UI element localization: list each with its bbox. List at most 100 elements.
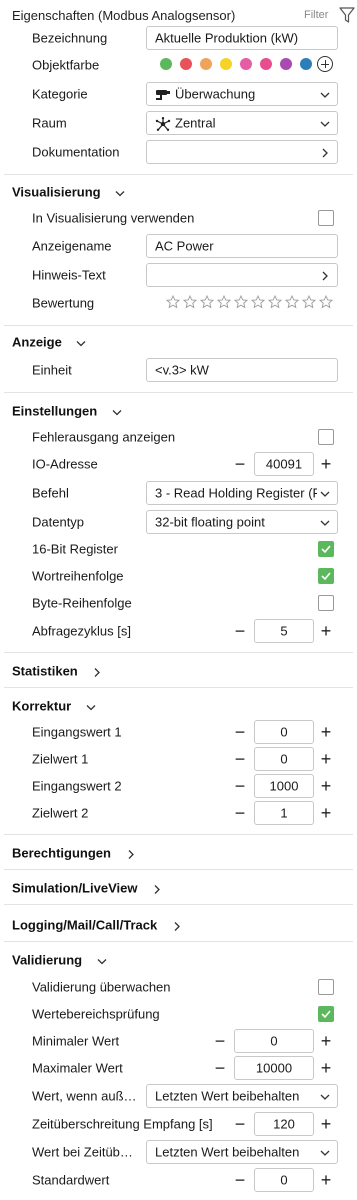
- minimaler-wert-decrement[interactable]: −: [213, 1031, 227, 1051]
- star-icon[interactable]: [251, 295, 265, 309]
- raum-value: Zentral: [175, 115, 216, 131]
- section-logging[interactable]: Logging/Mail/Call/Track: [0, 912, 357, 938]
- maximaler-wert-label: Maximaler Wert: [32, 1060, 123, 1076]
- zeitueberschreitung-input[interactable]: 120: [254, 1112, 314, 1136]
- row-hinweis: Hinweis-Text: [0, 262, 357, 288]
- wortreihenfolge-checkbox[interactable]: [318, 568, 334, 584]
- section-anzeige[interactable]: Anzeige: [0, 329, 357, 355]
- section-berechtigungen[interactable]: Berechtigungen: [0, 840, 357, 866]
- zielwert-1-decrement[interactable]: −: [233, 749, 247, 769]
- io-adresse-input[interactable]: 40091: [254, 452, 314, 476]
- eingangswert-2-decrement[interactable]: −: [233, 776, 247, 796]
- color-swatch-magenta[interactable]: [260, 58, 272, 70]
- io-adresse-decrement[interactable]: −: [233, 454, 247, 474]
- checkmark-icon: [321, 1010, 331, 1019]
- star-icon[interactable]: [319, 295, 333, 309]
- zeitueberschreitung-increment[interactable]: +: [319, 1114, 333, 1134]
- section-title-validierung: Validierung: [12, 953, 108, 968]
- section-visualisierung[interactable]: Visualisierung: [0, 179, 357, 205]
- section-einstellungen[interactable]: Einstellungen: [0, 398, 357, 424]
- wert-wenn-ausserhalb-value: Letzten Wert beibehalten: [155, 1088, 300, 1104]
- section-title-simulation: Simulation/LiveView: [12, 881, 163, 896]
- section-simulation[interactable]: Simulation/LiveView: [0, 875, 357, 901]
- star-icon[interactable]: [200, 295, 214, 309]
- zielwert-1-increment[interactable]: +: [319, 749, 333, 769]
- maximaler-wert-decrement[interactable]: −: [213, 1058, 227, 1078]
- minimaler-wert-input[interactable]: 0: [234, 1029, 314, 1053]
- standardwert-increment[interactable]: +: [319, 1170, 333, 1190]
- star-icon[interactable]: [302, 295, 316, 309]
- section-title-text: Anzeige: [12, 334, 62, 350]
- raum-select[interactable]: Zentral: [146, 111, 338, 135]
- zeitueberschreitung-decrement[interactable]: −: [233, 1114, 247, 1134]
- standardwert-input[interactable]: 0: [254, 1168, 314, 1192]
- wert-bei-zeitueberschreitung-select[interactable]: Letzten Wert beibehalten: [146, 1140, 338, 1164]
- color-swatch-red[interactable]: [180, 58, 192, 70]
- row-minimaler-wert: Minimaler Wert − 0 +: [0, 1028, 357, 1054]
- section-title-visualisierung: Visualisierung: [12, 185, 126, 200]
- zielwert-2-increment[interactable]: +: [319, 803, 333, 823]
- abfragezyklus-value: 5: [280, 623, 288, 639]
- standardwert-decrement[interactable]: −: [233, 1170, 247, 1190]
- section-title-text: Korrektur: [12, 698, 72, 714]
- hinweis-label: Hinweis-Text: [32, 267, 106, 283]
- minimaler-wert-increment[interactable]: +: [319, 1031, 333, 1051]
- io-adresse-value: 40091: [265, 456, 303, 472]
- kategorie-select[interactable]: Überwachung: [146, 82, 338, 106]
- fehlerausgang-checkbox[interactable]: [318, 429, 334, 445]
- eingangswert-1-input[interactable]: 0: [254, 720, 314, 744]
- anzeigename-input[interactable]: AC Power: [146, 234, 338, 258]
- dokumentation-input[interactable]: [146, 140, 338, 164]
- eingangswert-1-decrement[interactable]: −: [233, 722, 247, 742]
- fehlerausgang-label: Fehlerausgang anzeigen: [32, 429, 176, 445]
- zielwert-1-label: Zielwert 1: [32, 751, 89, 767]
- zielwert-1-input[interactable]: 0: [254, 747, 314, 771]
- zielwert-2-decrement[interactable]: −: [233, 803, 247, 823]
- section-title-text: Logging/Mail/Call/Track: [12, 917, 158, 933]
- abfragezyklus-input[interactable]: 5: [254, 619, 314, 643]
- wert-wenn-ausserhalb-select[interactable]: Letzten Wert beibehalten: [146, 1084, 338, 1108]
- in-visualisierung-checkbox[interactable]: [318, 210, 334, 226]
- section-statistiken[interactable]: Statistiken: [0, 658, 357, 684]
- bezeichnung-input[interactable]: Aktuelle Produktion (kW): [146, 26, 338, 50]
- add-color-icon[interactable]: [317, 56, 333, 72]
- color-swatch-yellow[interactable]: [220, 58, 232, 70]
- eingangswert-2-input[interactable]: 1000: [254, 774, 314, 798]
- color-swatch-purple[interactable]: [280, 58, 292, 70]
- star-icon[interactable]: [166, 295, 180, 309]
- row-bezeichnung: Bezeichnung Aktuelle Produktion (kW): [0, 25, 357, 51]
- 16bit-checkbox[interactable]: [318, 541, 334, 557]
- eingangswert-2-increment[interactable]: +: [319, 776, 333, 796]
- section-korrektur[interactable]: Korrektur: [0, 693, 357, 719]
- abfragezyklus-increment[interactable]: +: [319, 621, 333, 641]
- wertebereichspruefung-checkbox[interactable]: [318, 1006, 334, 1022]
- maximaler-wert-input[interactable]: 10000: [234, 1056, 314, 1080]
- divider: [4, 174, 353, 175]
- eingangswert-1-increment[interactable]: +: [319, 722, 333, 742]
- befehl-select[interactable]: 3 - Read Holding Register (F: [146, 481, 338, 505]
- star-icon[interactable]: [268, 295, 282, 309]
- color-swatch-orange[interactable]: [200, 58, 212, 70]
- section-validierung[interactable]: Validierung: [0, 947, 357, 973]
- validierung-ueberwachen-checkbox[interactable]: [318, 979, 334, 995]
- color-swatch-green[interactable]: [160, 58, 172, 70]
- abfragezyklus-decrement[interactable]: −: [233, 621, 247, 641]
- filter-label[interactable]: Filter: [304, 9, 328, 21]
- color-swatch-blue[interactable]: [300, 58, 312, 70]
- funnel-icon[interactable]: [339, 6, 355, 24]
- star-icon[interactable]: [183, 295, 197, 309]
- star-icon[interactable]: [285, 295, 299, 309]
- divider: [4, 325, 353, 326]
- bezeichnung-value: Aktuelle Produktion (kW): [155, 30, 299, 46]
- hinweis-input[interactable]: [146, 263, 338, 287]
- zielwert-2-input[interactable]: 1: [254, 801, 314, 825]
- datentyp-select[interactable]: 32-bit floating point: [146, 510, 338, 534]
- maximaler-wert-increment[interactable]: +: [319, 1058, 333, 1078]
- byte-reihenfolge-checkbox[interactable]: [318, 595, 334, 611]
- io-adresse-increment[interactable]: +: [319, 454, 333, 474]
- einheit-input[interactable]: <v.3> kW: [146, 358, 338, 382]
- validierung-ueberwachen-label: Validierung überwachen: [32, 979, 171, 995]
- star-icon[interactable]: [217, 295, 231, 309]
- color-swatch-pink[interactable]: [240, 58, 252, 70]
- star-icon[interactable]: [234, 295, 248, 309]
